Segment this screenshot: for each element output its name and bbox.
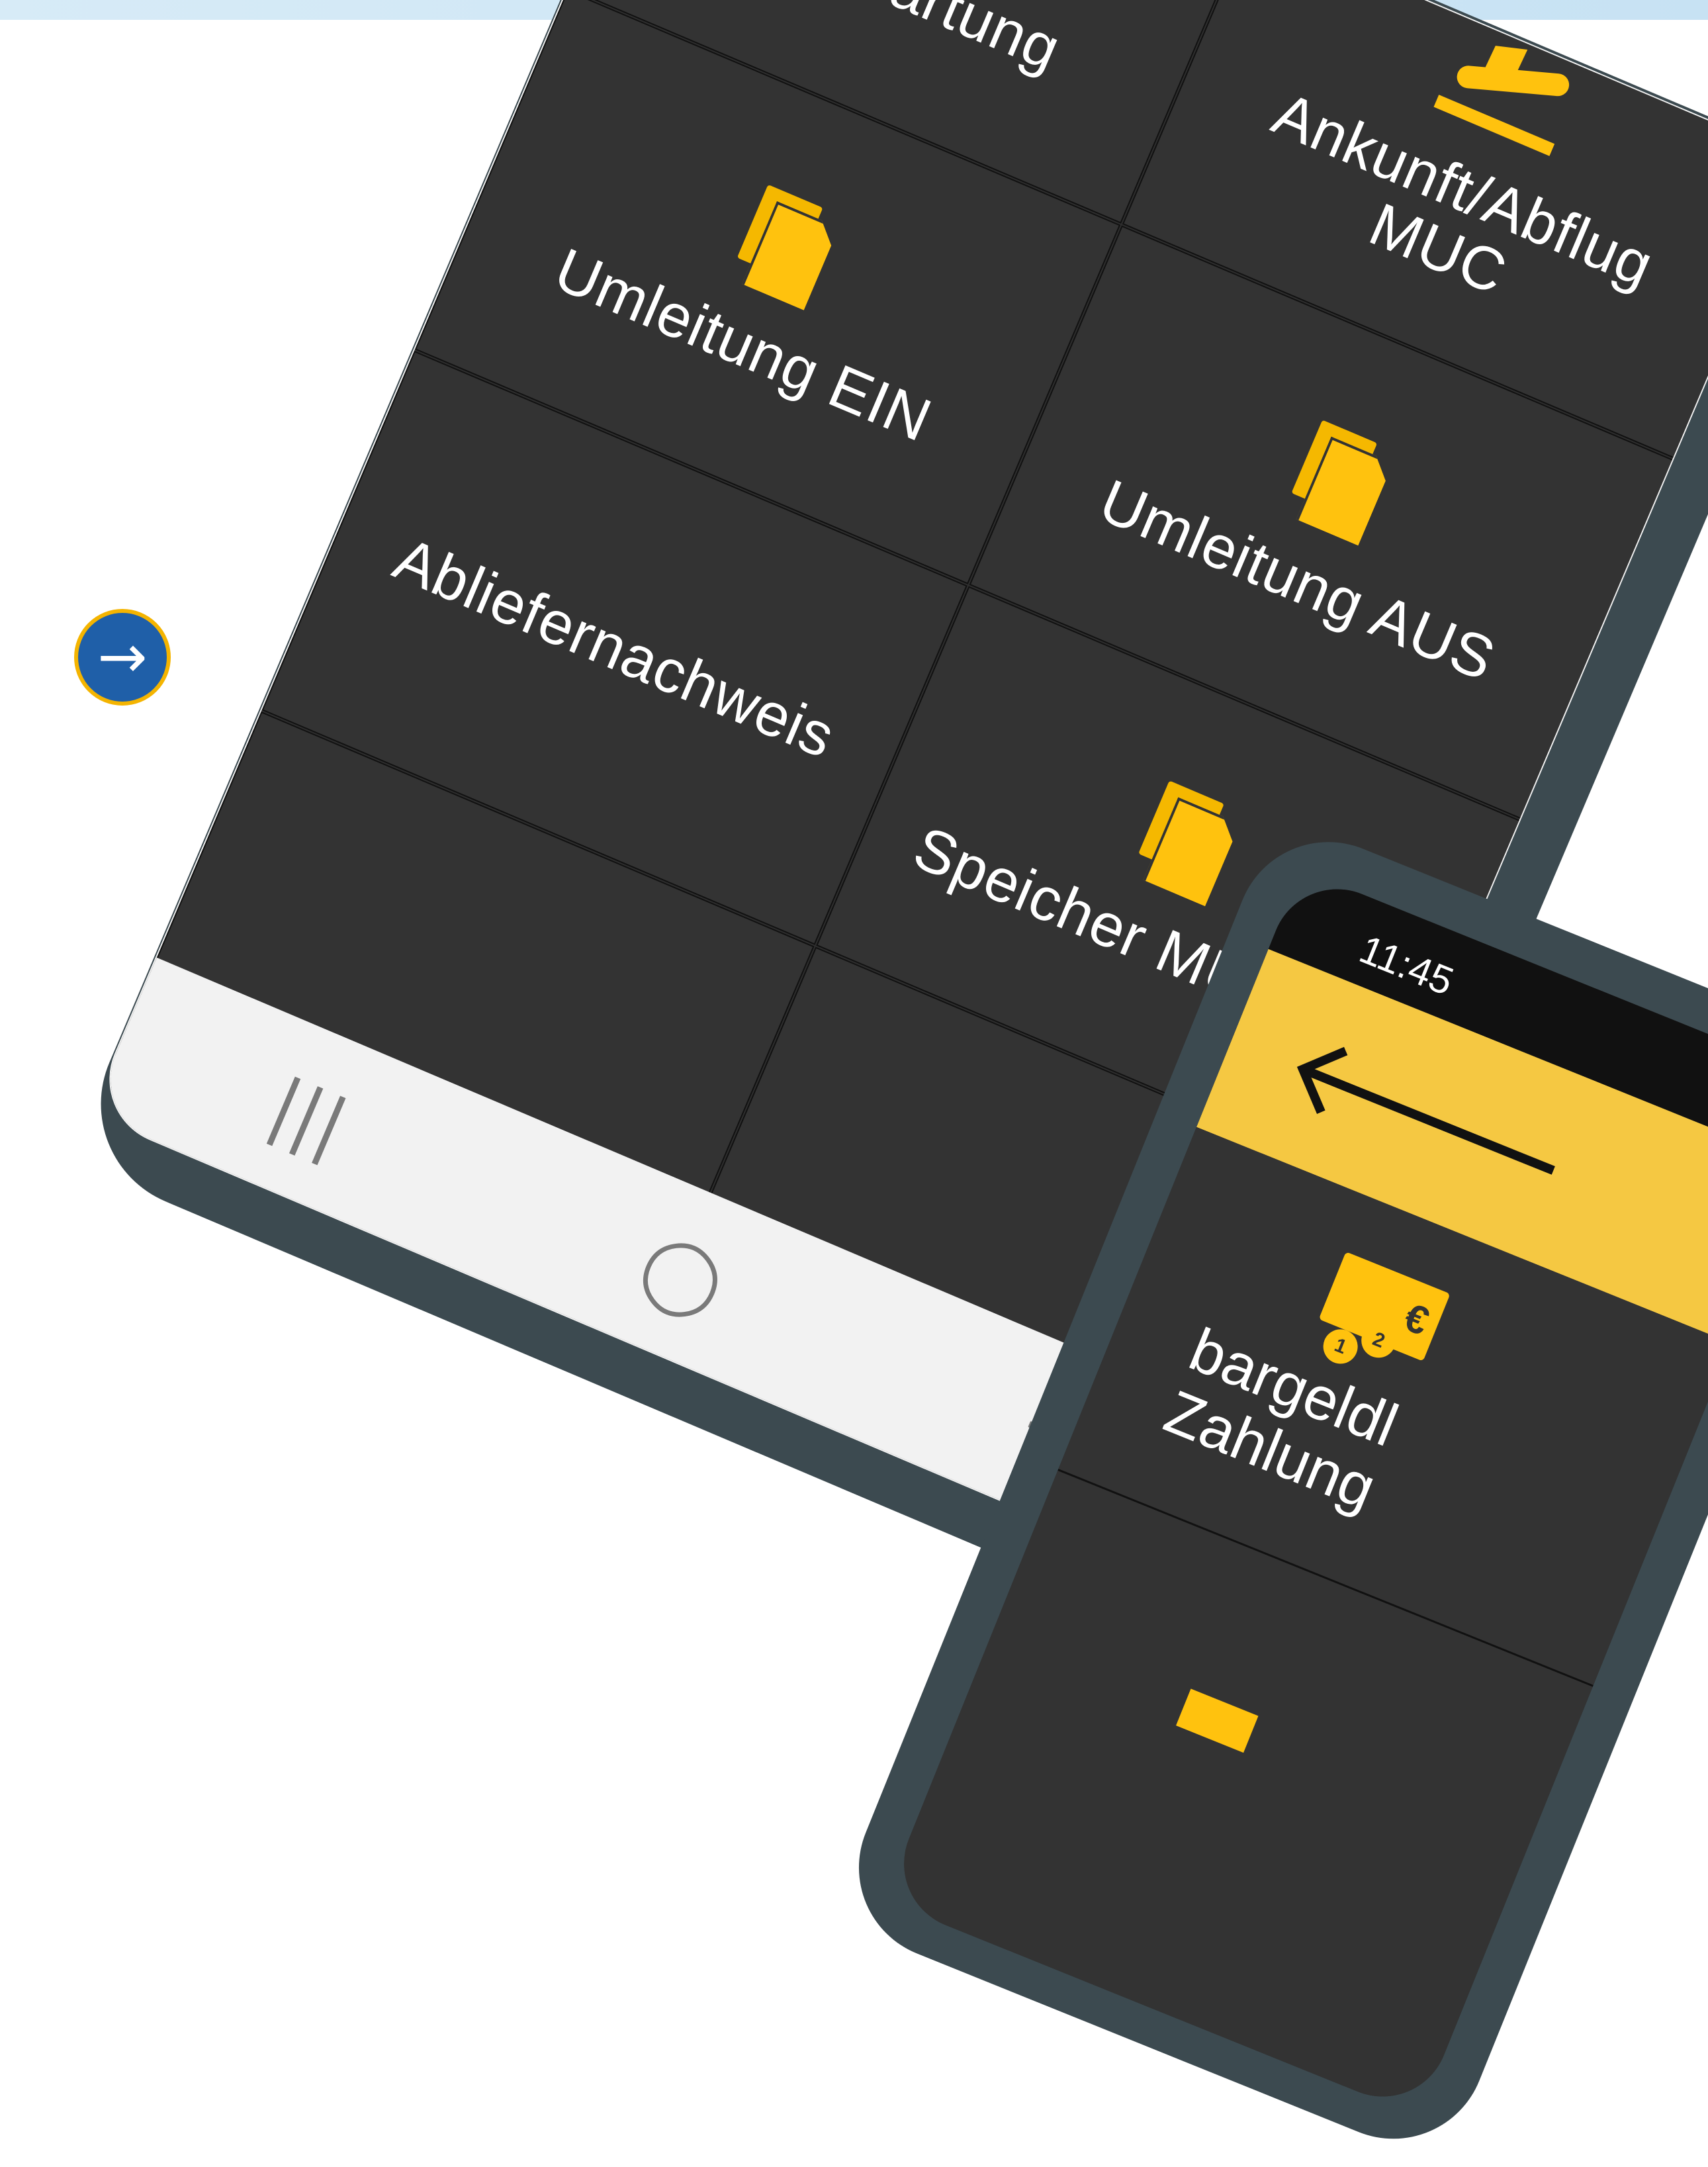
tile-label: Fernwartung [723, 0, 1070, 83]
document-icon [1284, 420, 1396, 542]
next-arrow-button[interactable]: → [74, 609, 171, 706]
tile-grid: Fernwartung Ankunft/Abflug MUC Umleitung… [155, 0, 1708, 1432]
arrow-right-icon: → [97, 622, 148, 692]
document-icon [1131, 780, 1243, 903]
tile-label: Abliefernachweis [384, 524, 845, 771]
home-button[interactable]: ◯ [629, 1219, 737, 1329]
document-icon [729, 184, 841, 307]
recents-button[interactable]: ||| [258, 1062, 359, 1169]
tile-icon [1176, 1688, 1259, 1753]
